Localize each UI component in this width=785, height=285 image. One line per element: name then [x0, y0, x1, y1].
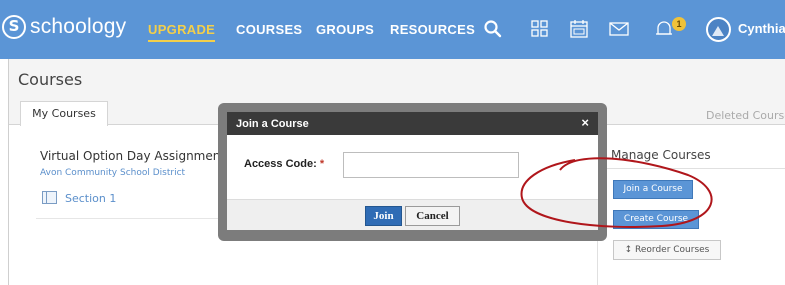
nav-courses[interactable]: COURSES — [236, 22, 302, 37]
dialog-cancel-button[interactable]: Cancel — [405, 206, 460, 226]
create-course-button[interactable]: Create Course — [613, 210, 699, 229]
close-icon[interactable]: × — [581, 115, 589, 130]
user-name[interactable]: Cynthia . — [738, 21, 785, 36]
reorder-courses-button[interactable]: ↕ Reorder Courses — [613, 240, 721, 260]
logo-text: schoology — [30, 15, 127, 38]
calendar-icon[interactable] — [568, 18, 590, 40]
apps-grid-icon[interactable] — [529, 18, 551, 40]
access-code-input[interactable] — [343, 152, 519, 178]
course-title-link[interactable]: Virtual Option Day Assignment Ic — [40, 149, 239, 163]
avatar-person-icon — [712, 26, 724, 36]
join-a-course-button[interactable]: Join a Course — [613, 180, 693, 199]
logo-mark-icon: S — [2, 15, 26, 39]
dialog-title: Join a Course — [236, 118, 309, 130]
manage-courses-heading: Manage Courses — [611, 148, 711, 162]
required-asterisk: * — [319, 158, 325, 170]
join-course-dialog: Join a Course × Access Code: * Join Canc… — [227, 112, 598, 230]
user-avatar[interactable] — [706, 17, 731, 42]
nav-upgrade[interactable]: UPGRADE — [148, 22, 216, 42]
section-link[interactable]: Section 1 — [65, 192, 116, 205]
nav-resources[interactable]: RESOURCES — [390, 22, 475, 37]
access-code-label: Access Code: * — [244, 158, 324, 170]
top-navigation-bar: S schoology UPGRADE COURSES GROUPS RESOU… — [0, 0, 785, 59]
access-code-label-text: Access Code: — [244, 158, 317, 170]
course-school-link[interactable]: Avon Community School District — [40, 168, 185, 178]
nav-groups[interactable]: GROUPS — [316, 22, 374, 37]
schoology-logo[interactable]: S schoology — [0, 15, 126, 39]
tab-deleted-courses[interactable]: Deleted Course — [706, 109, 785, 122]
notification-count-badge: 1 — [672, 17, 686, 31]
manage-courses-divider — [606, 168, 785, 169]
section-notebook-icon — [42, 191, 57, 204]
page-title: Courses — [18, 70, 83, 89]
dialog-join-button[interactable]: Join — [365, 206, 402, 226]
dialog-footer: Join Cancel — [227, 199, 598, 230]
dialog-header: Join a Course × — [227, 112, 598, 135]
tab-my-courses[interactable]: My Courses — [20, 101, 108, 126]
search-icon[interactable] — [482, 18, 504, 40]
messages-envelope-icon[interactable] — [608, 18, 630, 40]
